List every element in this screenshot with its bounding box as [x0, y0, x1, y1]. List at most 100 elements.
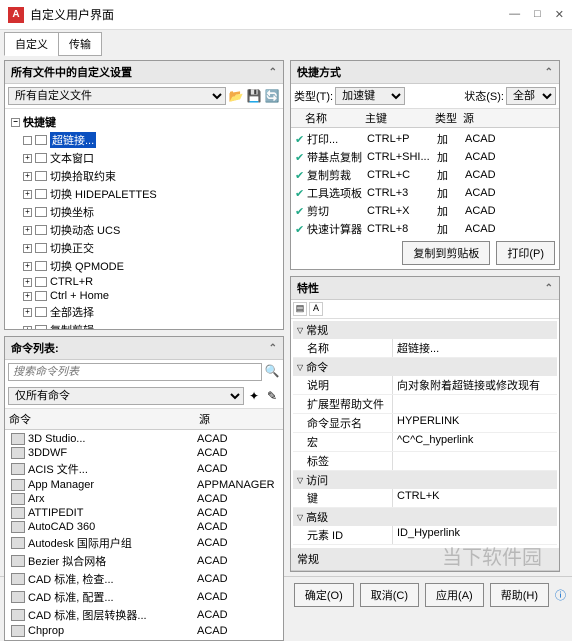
expand-toggle-icon[interactable]: +: [23, 226, 32, 235]
search-icon[interactable]: 🔍: [264, 363, 280, 379]
command-icon: [11, 555, 25, 567]
col-command[interactable]: 命令: [9, 411, 199, 427]
copy-clipboard-button[interactable]: 复制到剪贴板: [402, 241, 490, 265]
minimize-icon[interactable]: —: [509, 8, 520, 21]
expand-toggle-icon[interactable]: +: [23, 208, 32, 217]
command-icon: [11, 493, 25, 505]
shortcut-row[interactable]: ✔打印...CTRL+P加ACAD: [293, 130, 557, 148]
check-icon: ✔: [295, 169, 307, 182]
col-name[interactable]: 名称: [305, 110, 365, 126]
command-search-input[interactable]: [8, 363, 262, 381]
tree-item[interactable]: +全部选择: [9, 303, 279, 321]
collapse-toggle-icon[interactable]: −: [11, 118, 20, 127]
tree-item[interactable]: +切换坐标: [9, 203, 279, 221]
command-row[interactable]: AutoCAD 360ACAD: [7, 520, 281, 534]
command-row[interactable]: Autodesk 国际用户组ACAD: [7, 534, 281, 552]
command-row[interactable]: CAD 标准, 检查...ACAD: [7, 570, 281, 588]
shortcut-row[interactable]: ✔工具选项板CTRL+3加ACAD: [293, 184, 557, 202]
item-icon: [35, 189, 47, 199]
command-row[interactable]: App ManagerAPPMANAGER: [7, 478, 281, 492]
shortcut-row[interactable]: ✔复制剪裁CTRL+C加ACAD: [293, 166, 557, 184]
props-footer-label: 常规: [297, 551, 319, 567]
command-row[interactable]: 3D Studio...ACAD: [7, 432, 281, 446]
tree-item[interactable]: +复制剪辑: [9, 321, 279, 329]
tree-item[interactable]: +Ctrl + Home: [9, 289, 279, 303]
shortcut-row[interactable]: ✔快速计算器CTRL+8加ACAD: [293, 220, 557, 237]
expand-toggle-icon[interactable]: +: [23, 278, 32, 287]
customization-file-select[interactable]: 所有自定义文件: [8, 87, 226, 105]
col-type[interactable]: 类型: [435, 110, 463, 126]
command-row[interactable]: ACIS 文件...ACAD: [7, 460, 281, 478]
expand-toggle-icon[interactable]: +: [23, 308, 32, 317]
tree-item[interactable]: +CTRL+R: [9, 275, 279, 289]
type-select[interactable]: 加速键: [335, 87, 405, 105]
sort-categorized-icon[interactable]: ▤: [293, 302, 307, 316]
command-icon: [11, 479, 25, 491]
new-command-icon[interactable]: ✦: [246, 388, 262, 404]
tree-item[interactable]: +切换拾取约束: [9, 167, 279, 185]
maximize-icon[interactable]: □: [534, 8, 541, 21]
command-row[interactable]: ArxACAD: [7, 492, 281, 506]
shortcut-panel-title: 快捷方式: [297, 64, 341, 80]
check-icon: ✔: [295, 223, 307, 236]
cancel-button[interactable]: 取消(C): [360, 583, 419, 607]
command-icon: [11, 433, 25, 445]
collapse-icon[interactable]: ⌃: [269, 67, 277, 78]
tree-root[interactable]: −快捷键: [9, 113, 279, 131]
command-row[interactable]: CAD 标准, 配置...ACAD: [7, 588, 281, 606]
apply-button[interactable]: 应用(A): [425, 583, 484, 607]
print-button[interactable]: 打印(P): [496, 241, 555, 265]
expand-icon[interactable]: ▽: [297, 476, 303, 485]
tab-customize[interactable]: 自定义: [4, 32, 59, 56]
collapse-icon[interactable]: ⌃: [545, 67, 553, 78]
shortcut-row[interactable]: ✔带基点复制CTRL+SHI...加ACAD: [293, 148, 557, 166]
save-icon[interactable]: 💾: [246, 88, 262, 104]
command-icon: [11, 537, 25, 549]
item-icon: [35, 225, 47, 235]
shortcut-row[interactable]: ✔剪切CTRL+X加ACAD: [293, 202, 557, 220]
app-logo: A: [8, 7, 24, 23]
expand-icon[interactable]: ▽: [297, 326, 303, 335]
command-row[interactable]: 3DDWFACAD: [7, 446, 281, 460]
expand-toggle-icon[interactable]: +: [23, 190, 32, 199]
col-src[interactable]: 源: [463, 110, 503, 126]
edit-command-icon[interactable]: ✎: [264, 388, 280, 404]
collapse-icon[interactable]: ⌃: [545, 283, 553, 294]
expand-toggle-icon[interactable]: +: [23, 292, 32, 301]
command-row[interactable]: Bezier 拟合网格ACAD: [7, 552, 281, 570]
tree-item[interactable]: +文本窗口: [9, 149, 279, 167]
command-panel-title: 命令列表:: [11, 340, 59, 356]
close-icon[interactable]: ✕: [555, 8, 564, 21]
tree-item[interactable]: +切换 QPMODE: [9, 257, 279, 275]
expand-toggle-icon[interactable]: +: [23, 136, 32, 145]
collapse-icon[interactable]: ⌃: [269, 343, 277, 354]
status-select[interactable]: 全部: [506, 87, 556, 105]
command-row[interactable]: ATTIPEDITACAD: [7, 506, 281, 520]
help-button[interactable]: 帮助(H): [490, 583, 549, 607]
check-icon: ✔: [295, 133, 307, 146]
tree-item[interactable]: +切换动态 UCS: [9, 221, 279, 239]
expand-toggle-icon[interactable]: +: [23, 262, 32, 271]
ok-button[interactable]: 确定(O): [294, 583, 354, 607]
sort-alpha-icon[interactable]: A: [309, 302, 323, 316]
expand-toggle-icon[interactable]: +: [23, 172, 32, 181]
dialog-help-icon[interactable]: ⓘ: [555, 587, 566, 603]
command-filter-select[interactable]: 仅所有命令: [8, 387, 244, 405]
tree-item[interactable]: +超链接...: [9, 131, 279, 149]
tree-item[interactable]: +切换正交: [9, 239, 279, 257]
command-icon: [11, 447, 25, 459]
command-row[interactable]: CAD 标准, 图层转换器...ACAD: [7, 606, 281, 624]
expand-toggle-icon[interactable]: +: [23, 154, 32, 163]
col-key[interactable]: 主键: [365, 110, 435, 126]
tree-item[interactable]: +切换 HIDEPALETTES: [9, 185, 279, 203]
col-source[interactable]: 源: [199, 411, 279, 427]
command-icon: [11, 521, 25, 533]
open-icon[interactable]: 📂: [228, 88, 244, 104]
tab-transfer[interactable]: 传输: [58, 32, 102, 56]
command-row[interactable]: ChpropACAD: [7, 624, 281, 638]
expand-icon[interactable]: ▽: [297, 363, 303, 372]
expand-icon[interactable]: ▽: [297, 513, 303, 522]
expand-toggle-icon[interactable]: +: [23, 244, 32, 253]
expand-toggle-icon[interactable]: +: [23, 326, 32, 330]
sync-icon[interactable]: 🔄: [264, 88, 280, 104]
